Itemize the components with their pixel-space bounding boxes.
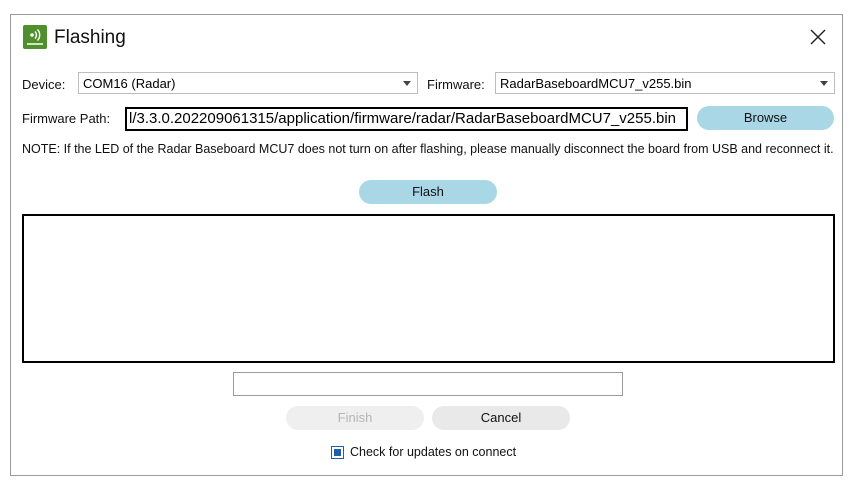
checkbox-checked-mark (334, 449, 341, 456)
progress-field (233, 372, 623, 396)
flashing-dialog: Flashing Device: COM16 (Radar) Firmware:… (10, 14, 843, 476)
note-text: NOTE: If the LED of the Radar Baseboard … (22, 142, 834, 156)
close-button[interactable] (806, 25, 830, 49)
check-updates-label: Check for updates on connect (350, 445, 517, 459)
cancel-button[interactable]: Cancel (432, 406, 570, 430)
log-output-area[interactable] (22, 214, 835, 363)
browse-button[interactable]: Browse (697, 106, 834, 130)
chevron-down-icon (820, 81, 828, 86)
firmware-path-value: l/3.3.0.202209061315/application/firmwar… (129, 110, 677, 127)
firmware-select-value: RadarBaseboardMCU7_v255.bin (500, 76, 692, 91)
device-label: Device: (22, 77, 66, 92)
firmware-path-input[interactable]: l/3.3.0.202209061315/application/firmwar… (125, 107, 688, 131)
firmware-path-label: Firmware Path: (22, 111, 111, 126)
firmware-label: Firmware: (427, 77, 485, 92)
app-icon (23, 25, 47, 49)
window-title: Flashing (54, 27, 126, 48)
chevron-down-icon (403, 81, 411, 86)
firmware-select[interactable]: RadarBaseboardMCU7_v255.bin (495, 72, 835, 94)
finish-button[interactable]: Finish (286, 406, 424, 430)
device-select-value: COM16 (Radar) (83, 76, 176, 91)
flash-button[interactable]: Flash (359, 180, 497, 204)
check-updates-checkbox[interactable] (331, 446, 344, 459)
close-icon (810, 29, 826, 45)
device-select[interactable]: COM16 (Radar) (78, 72, 418, 94)
